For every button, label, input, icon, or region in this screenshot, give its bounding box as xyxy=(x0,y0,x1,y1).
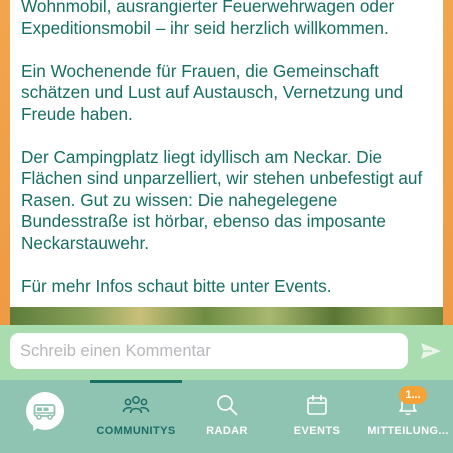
send-arrow-icon xyxy=(421,343,441,359)
tab-communitys[interactable]: COMMUNITYS xyxy=(90,380,182,453)
post-paragraph: Ein Wochenende für Frauen, die Gemeinsch… xyxy=(21,60,404,124)
tab-radar-label: RADAR xyxy=(206,425,248,437)
tab-events[interactable]: EVENTS xyxy=(282,380,352,453)
people-group-icon xyxy=(122,396,150,414)
tab-communitys-label: COMMUNITYS xyxy=(96,425,176,437)
notification-badge: 1... xyxy=(399,386,427,404)
orange-frame-right xyxy=(443,0,453,325)
post-body: Wohnmobil, ausrangierter Feuerwehrwagen … xyxy=(21,0,441,319)
calendar-icon xyxy=(307,394,327,415)
speech-bubble-tail xyxy=(29,420,43,434)
tab-events-label: EVENTS xyxy=(293,425,341,437)
comment-input[interactable] xyxy=(10,333,408,369)
comment-bar xyxy=(0,325,453,380)
post-photo[interactable] xyxy=(10,307,443,325)
campervan-icon xyxy=(33,403,56,420)
post-paragraph: Wohnmobil, ausrangierter Feuerwehrwagen … xyxy=(21,0,395,38)
bottom-tab-bar: COMMUNITYS RADAR EVENTS MITTEILUNG... xyxy=(0,380,453,453)
send-button[interactable] xyxy=(418,339,444,363)
post-paragraph: Für mehr Infos schaut bitte unter Events… xyxy=(21,275,332,296)
tab-mitteilungen-label: MITTEILUNG... xyxy=(367,425,449,437)
orange-frame-left xyxy=(0,0,10,325)
post-paragraph: Der Campingplatz liegt idyllisch am Neck… xyxy=(21,146,423,253)
search-icon xyxy=(217,395,238,416)
home-button[interactable] xyxy=(26,392,64,434)
post-card: Wohnmobil, ausrangierter Feuerwehrwagen … xyxy=(10,0,443,307)
tab-radar[interactable]: RADAR xyxy=(192,380,262,453)
